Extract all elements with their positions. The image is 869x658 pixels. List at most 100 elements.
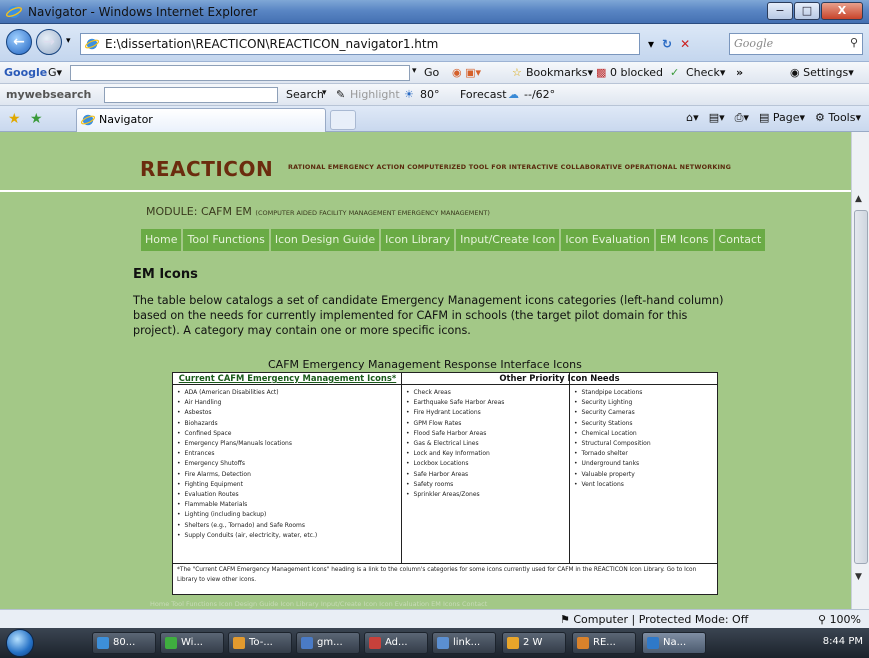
- taskbar-item[interactable]: 2 W: [502, 632, 566, 654]
- nav-input-create-icon[interactable]: Input/Create Icon: [456, 229, 560, 251]
- taskbar-item[interactable]: 80...: [92, 632, 156, 654]
- bookmark-star-icon[interactable]: ☆: [512, 66, 522, 79]
- taskbar-item[interactable]: Ad...: [364, 632, 428, 654]
- highlight-icon[interactable]: ✎: [336, 88, 345, 101]
- tools-menu-label: Tools: [828, 111, 856, 124]
- taskbar-item-label: 80...: [113, 637, 136, 648]
- toolbar-overflow-icon[interactable]: »: [736, 66, 743, 79]
- app-icon: [369, 637, 381, 649]
- nav-em-icons[interactable]: EM Icons: [655, 229, 713, 251]
- nav-icon-evaluation[interactable]: Icon Evaluation: [561, 229, 654, 251]
- list-item: Entrances: [177, 449, 317, 459]
- highlight-button[interactable]: Highlight: [350, 88, 400, 101]
- page-menu-label: Page: [772, 111, 800, 124]
- search-input[interactable]: Google ⚲: [729, 33, 863, 55]
- mywebsearch-logo: mywebsearch: [6, 88, 92, 101]
- new-tab-button[interactable]: [330, 110, 356, 130]
- bookmarks-button[interactable]: Bookmarks▾: [526, 66, 593, 79]
- start-button[interactable]: [6, 629, 34, 657]
- app-icon: [233, 637, 245, 649]
- nav-contact[interactable]: Contact: [714, 229, 766, 251]
- module-title: MODULE: CAFM EM (COMPUTER AIDED FACILITY…: [146, 205, 490, 218]
- google-search-input[interactable]: [70, 65, 410, 81]
- add-favorites-icon[interactable]: ★: [30, 111, 43, 127]
- taskbar-item[interactable]: link...: [432, 632, 496, 654]
- taskbar-item-label: RE...: [593, 637, 616, 648]
- google-dropdown-icon[interactable]: ▾: [412, 66, 417, 76]
- address-field[interactable]: E:\dissertation\REACTICON\REACTICON_navi…: [80, 33, 640, 55]
- address-dropdown-icon[interactable]: ▾: [648, 37, 654, 51]
- search-icon[interactable]: ⚲: [850, 36, 858, 49]
- icons-table: Current CAFM Emergency Management Icons*…: [172, 372, 718, 595]
- back-button[interactable]: ←: [6, 29, 32, 55]
- vertical-scrollbar[interactable]: ▲ ▼: [851, 132, 869, 609]
- list-item: Air Handling: [177, 398, 317, 408]
- list-item: Fire Alarms, Detection: [177, 470, 317, 480]
- feeds-icon[interactable]: ▤▾: [709, 111, 725, 125]
- nav-tool-functions[interactable]: Tool Functions: [183, 229, 269, 251]
- intro-paragraph: The table below catalogs a set of candid…: [133, 294, 724, 337]
- mywebsearch-input[interactable]: [104, 87, 278, 103]
- google-go-button[interactable]: Go: [424, 66, 439, 79]
- tools-menu[interactable]: ⚙ Tools▾: [815, 111, 861, 125]
- taskbar-item-label: To-...: [249, 637, 273, 648]
- stop-icon[interactable]: ✕: [680, 37, 690, 51]
- current-icons-list: ADA (American Disabilities Act)Air Handl…: [177, 388, 318, 541]
- brand-logo: REACTICON: [140, 157, 274, 181]
- popup-blocked-count[interactable]: 0 blocked: [610, 66, 663, 79]
- list-item: Valuable property: [574, 470, 651, 480]
- mywebsearch-search-button[interactable]: Search: [286, 88, 324, 101]
- google-tools-icon[interactable]: ◉ ▣▾: [452, 66, 481, 79]
- forecast-button[interactable]: Forecast: [460, 88, 507, 101]
- footer-nav: Home Tool Functions Icon Design Guide Ic…: [150, 600, 488, 608]
- nav-icon-library[interactable]: Icon Library: [381, 229, 455, 251]
- app-icon: [97, 637, 109, 649]
- taskbar-item[interactable]: RE...: [572, 632, 636, 654]
- scroll-down-icon[interactable]: ▼: [855, 572, 862, 582]
- scroll-thumb[interactable]: [854, 210, 868, 564]
- tab-bar: ★ ★ Navigator ⌂▾ ▤▾ ⎙▾ ▤ Page▾ ⚙ Tools▾: [0, 106, 869, 132]
- table-footnote: *The "Current CAFM Emergency Management …: [173, 563, 717, 594]
- minimize-button[interactable]: −: [767, 2, 793, 20]
- page-menu[interactable]: ▤ Page▾: [759, 111, 805, 125]
- page-icon: [85, 38, 99, 50]
- list-item: Security Cameras: [574, 408, 651, 418]
- list-item: Vent locations: [574, 480, 651, 490]
- app-icon: [165, 637, 177, 649]
- google-menu-icon[interactable]: G▾: [48, 66, 62, 79]
- scroll-up-icon[interactable]: ▲: [855, 194, 862, 204]
- print-icon[interactable]: ⎙▾: [735, 111, 749, 125]
- table-caption: CAFM Emergency Management Response Inter…: [268, 358, 582, 371]
- close-button[interactable]: X: [821, 2, 863, 20]
- priority-icons-list-1: Check AreasEarthquake Safe Harbor AreasF…: [406, 388, 505, 500]
- forecast-icon: ☁: [508, 88, 519, 101]
- settings-button[interactable]: ◉ Settings▾: [790, 66, 854, 79]
- mywebsearch-dropdown-icon[interactable]: ▾: [322, 88, 327, 98]
- spellcheck-icon: ✓: [670, 66, 680, 79]
- list-item: Security Lighting: [574, 398, 651, 408]
- list-item: Biohazards: [177, 419, 317, 429]
- taskbar-item[interactable]: Wi...: [160, 632, 224, 654]
- taskbar-item[interactable]: Na...: [642, 632, 706, 654]
- module-subtitle: (COMPUTER AIDED FACILITY MANAGEMENT EMER…: [255, 209, 490, 217]
- current-icons-header-link[interactable]: Current CAFM Emergency Management Icons*: [173, 373, 402, 385]
- refresh-icon[interactable]: ↻: [662, 37, 672, 51]
- taskbar-item[interactable]: To-...: [228, 632, 292, 654]
- weather-temp[interactable]: 80°: [420, 88, 440, 101]
- home-icon[interactable]: ⌂▾: [686, 111, 699, 125]
- forward-button[interactable]: →: [36, 29, 62, 55]
- list-item: Flammable Materials: [177, 500, 317, 510]
- taskbar-item-label: Na...: [663, 637, 687, 648]
- tab-navigator[interactable]: Navigator: [76, 108, 326, 132]
- maximize-button[interactable]: □: [794, 2, 820, 20]
- history-dropdown-icon[interactable]: ▾: [66, 36, 71, 46]
- taskbar-item[interactable]: gm...: [296, 632, 360, 654]
- security-zone[interactable]: ⚑ Computer | Protected Mode: Off: [560, 613, 748, 626]
- nav-home[interactable]: Home: [141, 229, 182, 251]
- favorites-star-icon[interactable]: ★: [8, 111, 21, 127]
- taskbar-item-label: Wi...: [181, 637, 203, 648]
- nav-icon-design-guide[interactable]: Icon Design Guide: [270, 229, 380, 251]
- check-button[interactable]: Check▾: [686, 66, 725, 79]
- list-item: Fighting Equipment: [177, 480, 317, 490]
- list-item: Underground tanks: [574, 459, 651, 469]
